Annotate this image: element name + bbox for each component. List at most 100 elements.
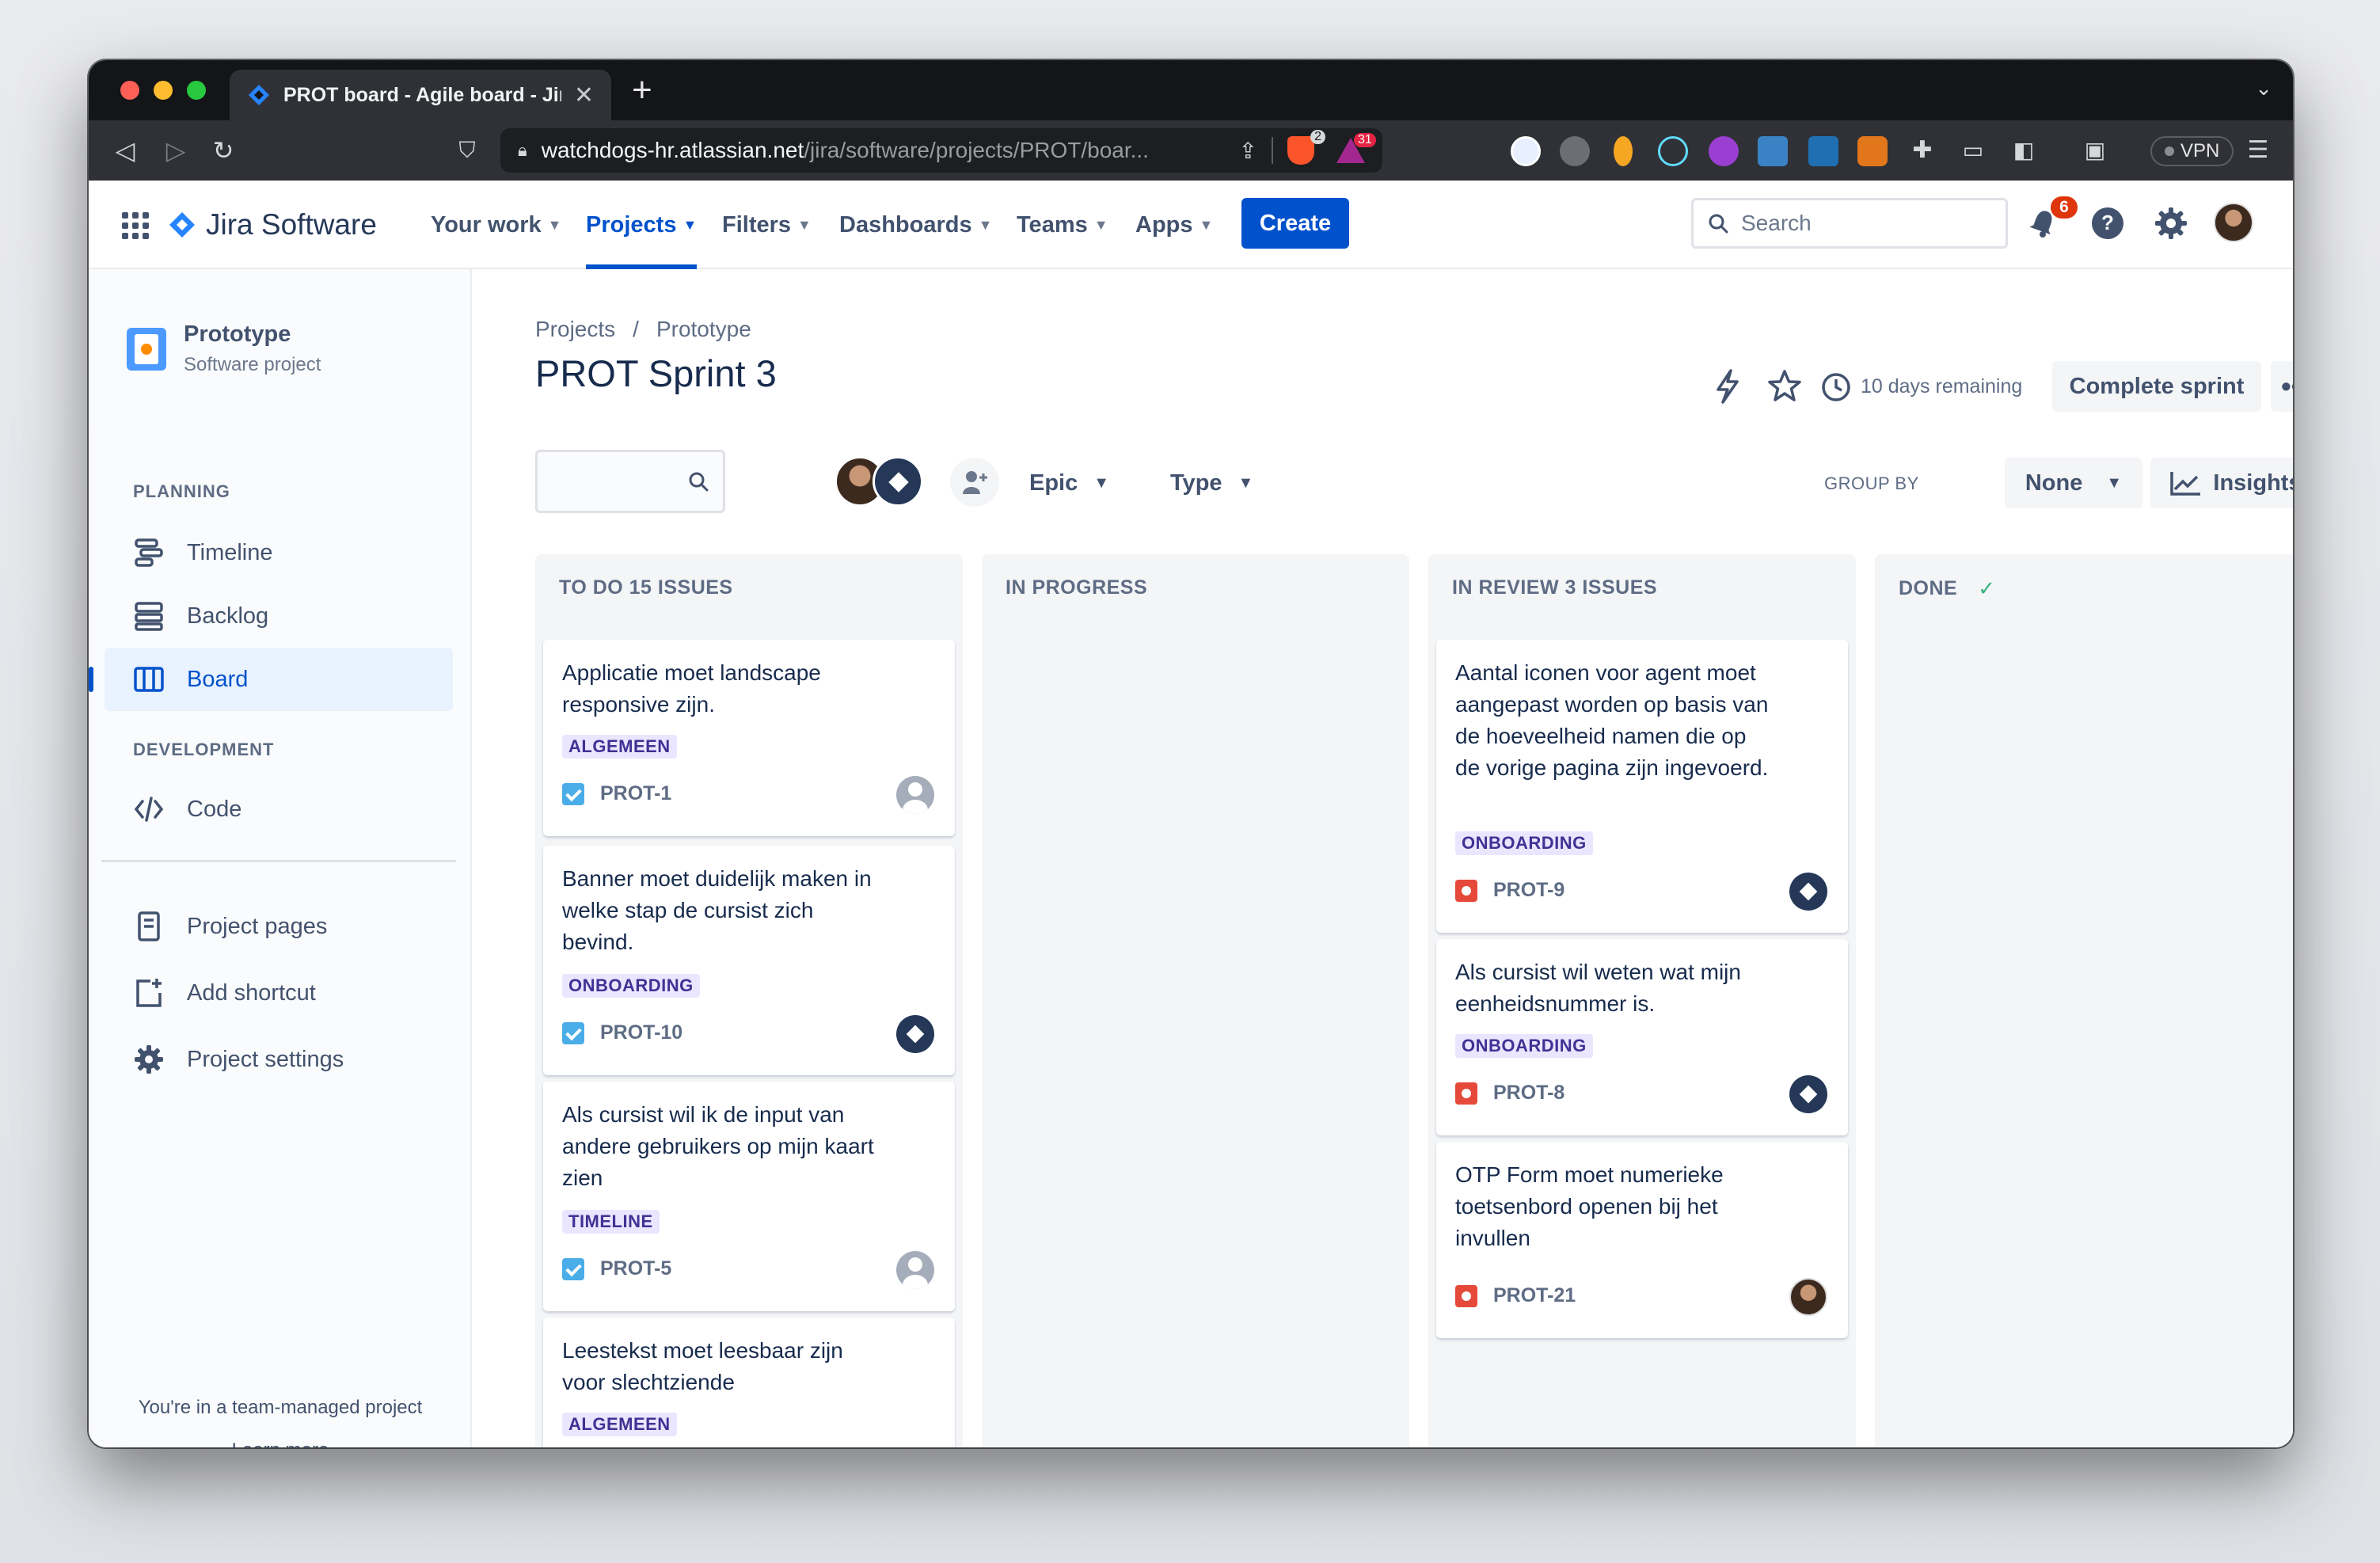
extensions-puzzle-icon[interactable]: ✚: [1907, 135, 1938, 166]
app-switcher-icon[interactable]: [122, 212, 149, 239]
brave-shield-icon[interactable]: 2: [1287, 130, 1325, 165]
group-by-label: GROUP BY: [1824, 473, 1919, 493]
lock-icon: 🔒︎: [518, 140, 527, 160]
issue-key: PROT-8: [1493, 1082, 1565, 1104]
sidebar-item-board[interactable]: Board: [89, 648, 453, 711]
react-devtools-icon[interactable]: [1658, 136, 1688, 166]
sidebar-item-project-pages[interactable]: Project pages: [105, 895, 453, 958]
board-search-input[interactable]: [535, 450, 725, 513]
assignee-filter-automation-avatar[interactable]: [873, 456, 923, 507]
wallet-icon[interactable]: ▣: [2079, 135, 2111, 166]
sidebar-item-project-settings[interactable]: Project settings: [105, 1028, 453, 1091]
nav-dashboards[interactable]: Dashboards ▼: [839, 181, 992, 269]
nav-teams[interactable]: Teams ▼: [1017, 181, 1108, 269]
breadcrumb-projects[interactable]: Projects: [535, 317, 615, 342]
extension-gear-icon[interactable]: [1560, 136, 1590, 166]
create-button[interactable]: Create: [1241, 198, 1349, 249]
unassigned-avatar-icon[interactable]: [896, 1251, 934, 1289]
nav-apps[interactable]: Apps ▼: [1135, 181, 1213, 269]
more-actions-icon[interactable]: •••: [2271, 361, 2293, 412]
bookmark-icon[interactable]: ⛉: [451, 135, 483, 166]
forward-button[interactable]: ▷: [160, 135, 192, 166]
cast-icon[interactable]: ▭: [1957, 135, 1989, 166]
browser-menu-icon[interactable]: ☰: [2242, 135, 2274, 166]
star-icon[interactable]: [1767, 369, 1802, 404]
extension-chart-icon[interactable]: [1808, 136, 1838, 166]
chevron-down-icon: ▼: [1093, 216, 1108, 233]
project-header[interactable]: Prototype Software project: [127, 321, 321, 376]
reload-button[interactable]: ↻: [207, 135, 239, 166]
settings-gear-icon[interactable]: [2152, 204, 2190, 242]
share-icon[interactable]: ⇪: [1239, 138, 1257, 164]
browser-tab-bar: PROT board - Agile board - Jira ✕ + ⌄: [89, 60, 2293, 120]
nav-your-work[interactable]: Your work ▼: [431, 181, 561, 269]
insights-button[interactable]: Insights: [2150, 458, 2293, 508]
epic-filter-label: Epic: [1029, 470, 1078, 496]
nav-dashboards-label: Dashboards: [839, 211, 972, 238]
board-icon: [134, 667, 164, 692]
sidebar-item-backlog[interactable]: Backlog: [105, 584, 453, 648]
issue-key: PROT-5: [600, 1257, 672, 1280]
automation-lightning-icon[interactable]: [1712, 369, 1743, 404]
column-in-progress: IN PROGRESS: [982, 554, 1409, 1447]
close-tab-icon[interactable]: ✕: [574, 82, 594, 109]
automation-avatar-icon[interactable]: [1789, 1075, 1827, 1113]
extension-purple-icon[interactable]: [1709, 136, 1739, 166]
vpn-button[interactable]: VPN: [2150, 136, 2234, 166]
type-filter-dropdown[interactable]: Type ▼: [1170, 458, 1253, 508]
nav-projects[interactable]: Projects ▼: [586, 181, 698, 269]
maximize-window-button[interactable]: [187, 81, 206, 100]
issue-card[interactable]: Als cursist wil weten wat mijn eenheidsn…: [1436, 939, 1848, 1135]
breadcrumb-prototype[interactable]: Prototype: [656, 317, 751, 342]
global-search-input[interactable]: Search: [1691, 198, 2008, 249]
issue-card[interactable]: Als cursist wil ik de input van andere g…: [543, 1082, 955, 1311]
column-in-review: IN REVIEW 3 ISSUES Aantal iconen voor ag…: [1428, 554, 1856, 1447]
metamask-icon[interactable]: [1857, 136, 1888, 166]
epic-filter-dropdown[interactable]: Epic ▼: [1029, 458, 1109, 508]
tab-list-chevron-icon[interactable]: ⌄: [2255, 76, 2272, 101]
automation-avatar-icon[interactable]: [896, 1015, 934, 1053]
browser-tab[interactable]: PROT board - Agile board - Jira ✕: [230, 70, 611, 120]
complete-sprint-button[interactable]: Complete sprint: [2052, 361, 2261, 412]
clock-icon: [1822, 373, 1850, 401]
nav-filters[interactable]: Filters ▼: [722, 181, 812, 269]
days-remaining: 10 days remaining: [1861, 375, 2023, 397]
extension-compass-icon[interactable]: [1511, 136, 1541, 166]
brave-rewards-icon[interactable]: 31: [1336, 133, 1376, 163]
add-people-button[interactable]: [950, 458, 999, 507]
user-avatar[interactable]: [2214, 203, 2253, 242]
issue-card[interactable]: Applicatie moet landscape responsive zij…: [543, 640, 955, 836]
help-icon[interactable]: ?: [2089, 204, 2127, 242]
issue-card[interactable]: OTP Form moet numerieke toetsenbord open…: [1436, 1142, 1848, 1338]
issue-summary: Applicatie moet landscape responsive zij…: [562, 660, 821, 717]
address-bar[interactable]: 🔒︎ watchdogs-hr.atlassian.net/jira/softw…: [500, 128, 1382, 173]
learn-more-link[interactable]: Learn more: [89, 1439, 472, 1447]
back-button[interactable]: ◁: [109, 135, 141, 166]
search-placeholder: Search: [1741, 211, 1812, 235]
extension-drop-icon[interactable]: [1614, 136, 1633, 166]
minimize-window-button[interactable]: [154, 81, 173, 100]
assignee-avatar[interactable]: [1789, 1278, 1827, 1316]
breadcrumb: Projects / Prototype: [535, 317, 751, 342]
done-check-icon: ✓: [1978, 576, 1996, 600]
issue-card[interactable]: Leestekst moet leesbaar zijn voor slecht…: [543, 1318, 955, 1447]
close-window-button[interactable]: [120, 81, 139, 100]
issue-card[interactable]: Aantal iconen voor agent moet aangepast …: [1436, 640, 1848, 933]
extension-ft-icon[interactable]: [1758, 136, 1788, 166]
brave-shield-badge: 2: [1310, 130, 1325, 144]
sidebar-item-add-shortcut[interactable]: Add shortcut: [105, 961, 453, 1025]
automation-avatar-icon[interactable]: [1789, 873, 1827, 911]
project-sidebar: Prototype Software project PLANNING Time…: [89, 269, 472, 1447]
unassigned-avatar-icon[interactable]: [896, 776, 934, 814]
vpn-status-dot-icon: [2165, 146, 2174, 156]
sidebar-toggle-icon[interactable]: ◧: [2008, 135, 2040, 166]
new-tab-button[interactable]: +: [632, 73, 652, 108]
column-title: DONE: [1899, 577, 1958, 599]
issue-card[interactable]: Banner moet duidelijk maken in welke sta…: [543, 846, 955, 1075]
sidebar-item-timeline[interactable]: Timeline: [105, 521, 453, 584]
jira-logo[interactable]: Jira Software: [168, 181, 377, 269]
column-title: TO DO 15 ISSUES: [559, 576, 733, 599]
project-pages-icon: [138, 911, 160, 941]
group-by-dropdown[interactable]: None ▼: [2005, 458, 2142, 508]
sidebar-item-code[interactable]: Code: [105, 778, 453, 841]
